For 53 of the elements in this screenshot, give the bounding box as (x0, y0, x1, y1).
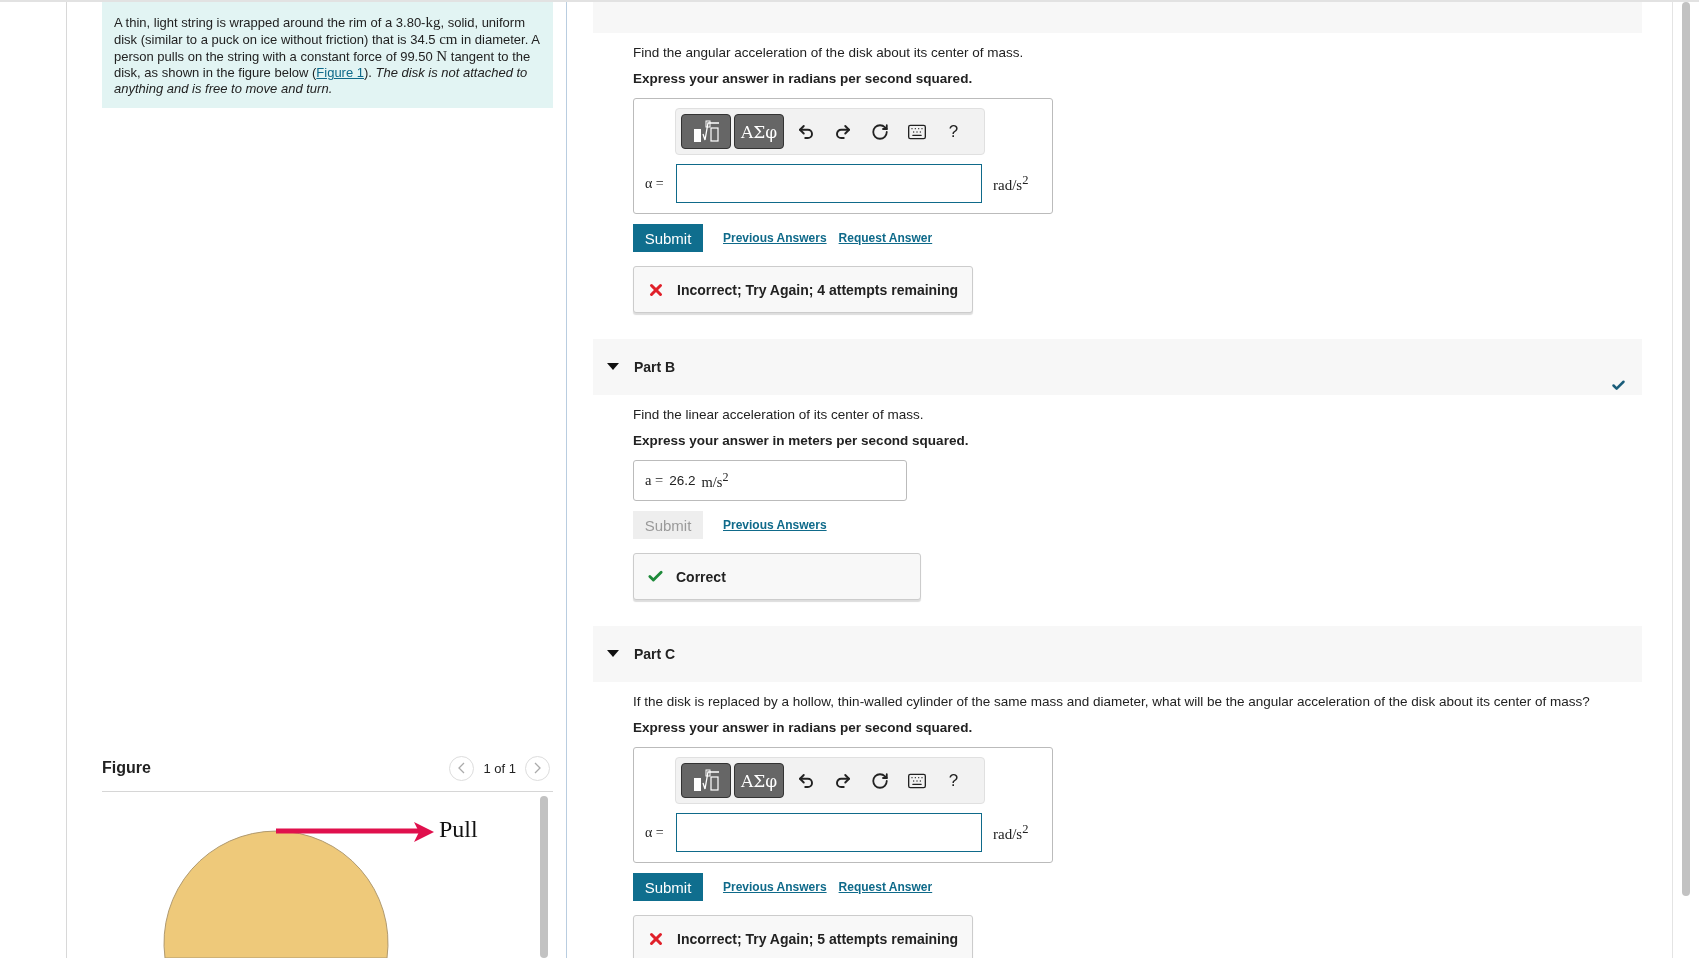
question-text: Find the linear acceleration of its center of mass. (633, 406, 925, 424)
part-title: Part C (634, 646, 676, 662)
answer-link[interactable]: Previous Answers (723, 880, 827, 894)
redo-icon (833, 771, 852, 790)
unit-label: rad/s$^{2}$ (993, 822, 1029, 843)
reset-icon (870, 122, 889, 141)
submit-button[interactable]: Submit (633, 873, 703, 901)
answer-field[interactable] (676, 164, 982, 203)
part-header[interactable]: Part C (593, 626, 1642, 682)
problem-text: A thin, light string is wrapped around the rim of a 3.80-kg, solid, uniform disk (similar to a puck on ice without friction) that is 34.5 cm in diameter. A person pulls on the string with a constant force of 99.50 N tangent to the disk, as shown in the figure below (Figure 1). The disk is not attached to anything and is free to move and turn. (114, 15, 540, 96)
symbols-button[interactable]: ΑΣφ (734, 114, 784, 149)
figure-link[interactable]: Figure 1 (316, 65, 365, 80)
help-button[interactable]: ? (935, 763, 972, 798)
answer-link[interactable]: Previous Answers (723, 231, 827, 245)
template-icon (692, 119, 720, 144)
answer-field[interactable] (676, 813, 982, 852)
variable-label: α = (645, 824, 665, 841)
undo-icon (796, 771, 815, 790)
pull-label: Pull (439, 816, 478, 843)
variable-label: a = (645, 472, 664, 489)
answer-link[interactable]: Request Answer (838, 231, 933, 245)
instruction-text: Express your answer in radians per second squared. (633, 70, 974, 88)
scrollbar[interactable] (540, 796, 548, 958)
feedback-text: Incorrect; Try Again; 5 attempts remaining (677, 930, 959, 947)
template-button[interactable] (681, 763, 731, 798)
check-icon (647, 568, 664, 585)
undo-icon (796, 122, 815, 141)
answer-link[interactable]: Request Answer (838, 880, 933, 894)
chevron-left-icon (458, 762, 466, 774)
variable-label: α = (645, 175, 665, 192)
instruction-text: Express your answer in meters per second squared. (633, 432, 970, 450)
part-header[interactable]: Part B (593, 339, 1642, 395)
reset-icon (870, 771, 889, 790)
symbols-button[interactable]: ΑΣφ (734, 763, 784, 798)
question-text: Find the angular acceleration of the disk about its center of mass. (633, 44, 1025, 62)
template-button[interactable] (681, 114, 731, 149)
figure-title: Figure (102, 759, 151, 777)
redo-icon (833, 122, 852, 141)
answer-link[interactable]: Previous Answers (723, 518, 827, 532)
help-button[interactable]: ? (935, 114, 972, 149)
part-title: Part B (634, 359, 676, 375)
unit-label: m/s$^{2}$ (701, 470, 729, 491)
submit-button[interactable]: Submit (633, 224, 703, 252)
instruction-text: Express your answer in radians per second squared. (633, 719, 974, 737)
pager-text: 1 of 1 (483, 760, 516, 776)
question-text: If the disk is replaced by a hollow, thin-walled cylinder of the same mass and diameter, what will be the angular acceleration of the disk about its center of mass? (633, 693, 1591, 711)
template-icon (692, 768, 720, 793)
feedback-text: Incorrect; Try Again; 4 attempts remaining (677, 281, 959, 298)
scrollbar[interactable] (1682, 2, 1690, 896)
feedback-text: Correct (676, 568, 726, 585)
unit-label: rad/s$^{2}$ (993, 173, 1029, 194)
chevron-right-icon (534, 762, 541, 774)
answer-value: 26.2 (669, 473, 696, 488)
